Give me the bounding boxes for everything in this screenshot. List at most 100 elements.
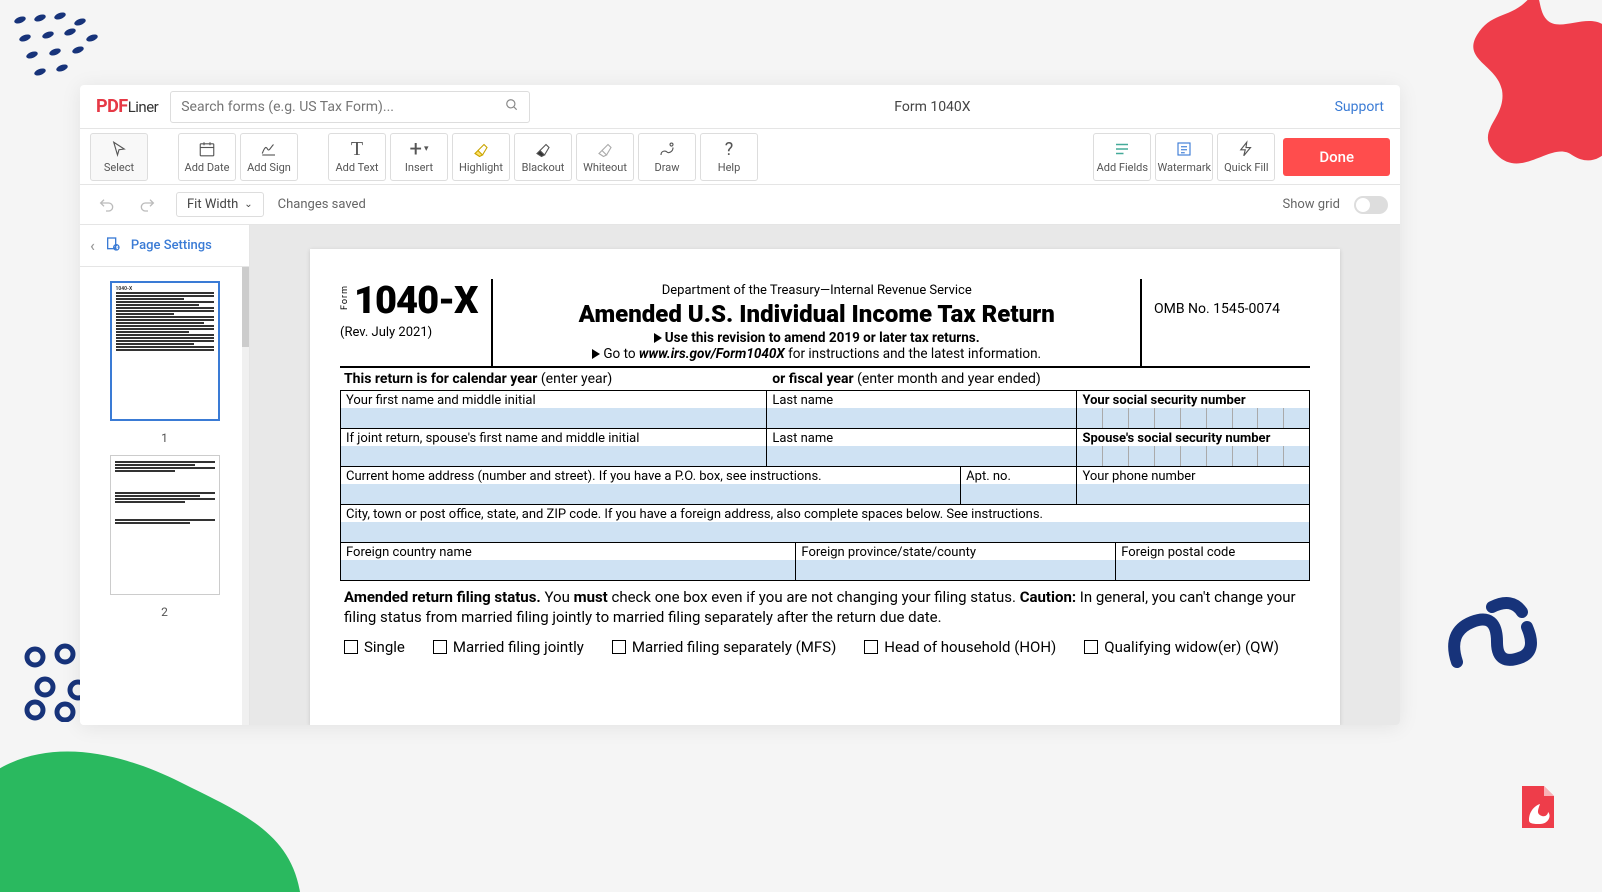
search-field[interactable]: [181, 99, 497, 115]
label-last-name: Last name: [767, 391, 1076, 408]
checkbox-hoh[interactable]: Head of household (HOH): [864, 638, 1056, 656]
insert-tool[interactable]: +▾Insert: [390, 133, 448, 181]
label-ssn: Your social security number: [1077, 391, 1309, 408]
form-department: Department of the Treasury—Internal Reve…: [503, 283, 1130, 298]
chevron-down-icon: ⌄: [244, 199, 252, 210]
app-window: PDFLiner Form 1040X Support Select Add D…: [80, 85, 1400, 725]
help-icon: ?: [719, 139, 739, 159]
thumbnail-page-2[interactable]: [110, 455, 220, 595]
thumbnails-scrollbar[interactable]: [242, 267, 249, 725]
decor-dashes-tl-icon: [10, 10, 130, 90]
input-city[interactable]: [341, 522, 1309, 542]
checkbox-single[interactable]: Single: [344, 638, 405, 656]
input-ssn[interactable]: [1077, 408, 1309, 428]
filing-status-checks: Single Married filing jointly Married fi…: [340, 632, 1310, 662]
select-tool[interactable]: Select: [90, 133, 148, 181]
sidebar: ‹ Page Settings 1040-X 1 2: [80, 225, 250, 725]
blackout-icon: [533, 139, 553, 159]
text-icon: T: [347, 139, 367, 159]
add-sign-tool[interactable]: Add Sign: [240, 133, 298, 181]
checkbox-qw[interactable]: Qualifying widow(er) (QW): [1084, 638, 1279, 656]
pdf-page: Form 1040-X (Rev. July 2021) Department o…: [310, 249, 1340, 725]
quickfill-tool[interactable]: Quick Fill: [1217, 133, 1275, 181]
input-phone[interactable]: [1077, 484, 1309, 504]
whiteout-tool[interactable]: Whiteout: [576, 133, 634, 181]
checkbox-mfj[interactable]: Married filing jointly: [433, 638, 584, 656]
toolbar: Select Add Date Add Sign TAdd Text +▾Ins…: [80, 129, 1400, 185]
workspace: ‹ Page Settings 1040-X 1 2 For: [80, 225, 1400, 725]
input-foreign-postal[interactable]: [1116, 560, 1309, 580]
input-spouse-first[interactable]: [341, 446, 766, 466]
input-spouse-ssn[interactable]: [1077, 446, 1309, 466]
titlebar: PDFLiner Form 1040X Support: [80, 85, 1400, 129]
add-fields-tool[interactable]: Add Fields: [1093, 133, 1151, 181]
form-address-grid: Current home address (number and street)…: [340, 467, 1310, 543]
blackout-tool[interactable]: Blackout: [514, 133, 572, 181]
logo: PDFLiner: [96, 96, 158, 117]
show-grid-toggle[interactable]: [1354, 196, 1388, 214]
decor-blob-green-icon: [0, 742, 300, 892]
calendar-icon: [197, 139, 217, 159]
input-last-name[interactable]: [767, 408, 1076, 428]
checkbox-mfs[interactable]: Married filing separately (MFS): [612, 638, 836, 656]
input-apt[interactable]: [961, 484, 1076, 504]
form-foreign-grid: Foreign country name Foreign province/st…: [340, 543, 1310, 581]
input-spouse-last[interactable]: [767, 446, 1076, 466]
page-settings-label[interactable]: Page Settings: [131, 238, 212, 253]
label-apt: Apt. no.: [961, 467, 1076, 484]
highlight-tool[interactable]: Highlight: [452, 133, 510, 181]
form-number: 1040-X: [354, 279, 477, 323]
label-spouse-last: Last name: [767, 429, 1076, 446]
thumbnails: 1040-X 1 2: [80, 267, 249, 725]
input-first-name[interactable]: [341, 408, 766, 428]
input-address[interactable]: [341, 484, 960, 504]
save-status: Changes saved: [278, 197, 366, 212]
label-foreign-province: Foreign province/state/county: [796, 543, 1115, 560]
search-input[interactable]: [170, 91, 530, 123]
label-foreign-country: Foreign country name: [341, 543, 795, 560]
draw-tool[interactable]: Draw: [638, 133, 696, 181]
thumb-1-number: 1: [161, 431, 168, 445]
form-word: Form: [340, 285, 350, 310]
subtoolbar: Fit Width⌄ Changes saved Show grid: [80, 185, 1400, 225]
label-address: Current home address (number and street)…: [341, 467, 960, 484]
cursor-icon: [109, 139, 129, 159]
help-tool[interactable]: ?Help: [700, 133, 758, 181]
form-subtitle-1: Use this revision to amend 2019 or later…: [503, 330, 1130, 346]
form-header: Form 1040-X (Rev. July 2021) Department o…: [340, 279, 1310, 368]
decor-splash-tr-icon: [1442, 0, 1602, 180]
signature-icon: [259, 139, 279, 159]
document-title: Form 1040X: [542, 99, 1322, 115]
label-city: City, town or post office, state, and ZI…: [341, 505, 1309, 522]
watermark-icon: [1174, 139, 1194, 159]
label-spouse-first: If joint return, spouse's first name and…: [341, 429, 766, 446]
thumbnail-page-1[interactable]: 1040-X: [110, 281, 220, 421]
input-foreign-province[interactable]: [796, 560, 1115, 580]
watermark-tool[interactable]: Watermark: [1155, 133, 1213, 181]
canvas[interactable]: Form 1040-X (Rev. July 2021) Department o…: [250, 225, 1400, 725]
lightning-icon: [1236, 139, 1256, 159]
form-subtitle-2: Go to www.irs.gov/Form1040X for instruct…: [503, 346, 1130, 362]
done-button[interactable]: Done: [1283, 138, 1390, 176]
form-revision: (Rev. July 2021): [340, 325, 477, 340]
input-foreign-country[interactable]: [341, 560, 795, 580]
form-year-row: This return is for calendar year (enter …: [340, 368, 1310, 391]
fields-icon: [1112, 139, 1132, 159]
form-omb: OMB No. 1545-0074: [1140, 279, 1310, 366]
add-text-tool[interactable]: TAdd Text: [328, 133, 386, 181]
pdf-badge-icon: [1512, 782, 1562, 832]
label-spouse-ssn: Spouse's social security number: [1077, 429, 1309, 446]
add-date-tool[interactable]: Add Date: [178, 133, 236, 181]
collapse-sidebar-button[interactable]: ‹: [90, 236, 95, 255]
support-link[interactable]: Support: [1335, 99, 1384, 115]
show-grid-label: Show grid: [1283, 197, 1340, 212]
search-icon[interactable]: [505, 98, 519, 116]
thumb-2-number: 2: [161, 605, 168, 619]
amended-status-text: Amended return filing status. You must c…: [340, 581, 1310, 632]
zoom-select[interactable]: Fit Width⌄: [176, 192, 264, 217]
form-name-grid: Your first name and middle initial Last …: [340, 391, 1310, 467]
undo-button[interactable]: [92, 191, 120, 219]
gear-icon: [105, 236, 121, 256]
redo-button[interactable]: [134, 191, 162, 219]
label-foreign-postal: Foreign postal code: [1116, 543, 1309, 560]
